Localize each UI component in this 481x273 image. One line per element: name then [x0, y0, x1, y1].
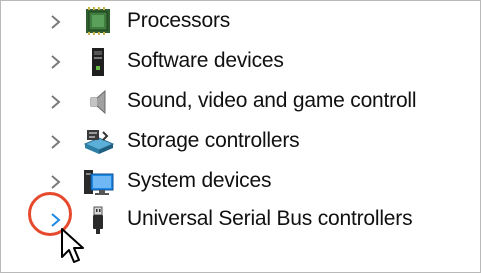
expand-chevron-icon[interactable]	[49, 51, 63, 73]
processor-icon	[81, 6, 115, 38]
software-device-icon	[81, 46, 115, 78]
tree-item-system-devices[interactable]: System devices	[1, 163, 480, 201]
tree-item-label: Storage controllers	[127, 129, 300, 152]
tree-item-label: System devices	[127, 169, 272, 192]
expand-chevron-icon[interactable]	[49, 171, 63, 193]
expand-chevron-icon[interactable]	[49, 11, 63, 33]
tree-item-label: Sound, video and game controll	[127, 89, 417, 112]
expand-chevron-icon[interactable]	[49, 131, 63, 153]
expand-chevron-icon[interactable]	[49, 91, 63, 113]
usb-plug-icon	[81, 204, 115, 236]
storage-controller-icon	[81, 126, 115, 158]
tree-item-label: Universal Serial Bus controllers	[127, 207, 413, 230]
tree-item-label: Processors	[127, 9, 231, 32]
speaker-icon	[81, 86, 115, 118]
tree-item-processors[interactable]: Processors	[1, 3, 480, 41]
system-devices-icon	[81, 166, 115, 198]
tree-item-software-devices[interactable]: Software devices	[1, 43, 480, 81]
mouse-pointer-icon	[60, 227, 86, 267]
tree-item-label: Software devices	[127, 49, 284, 72]
device-manager-panel: Processors Software devices Sound, video…	[0, 0, 481, 273]
tree-item-sound-video-game[interactable]: Sound, video and game controll	[1, 83, 480, 121]
tree-item-storage-controllers[interactable]: Storage controllers	[1, 123, 480, 161]
